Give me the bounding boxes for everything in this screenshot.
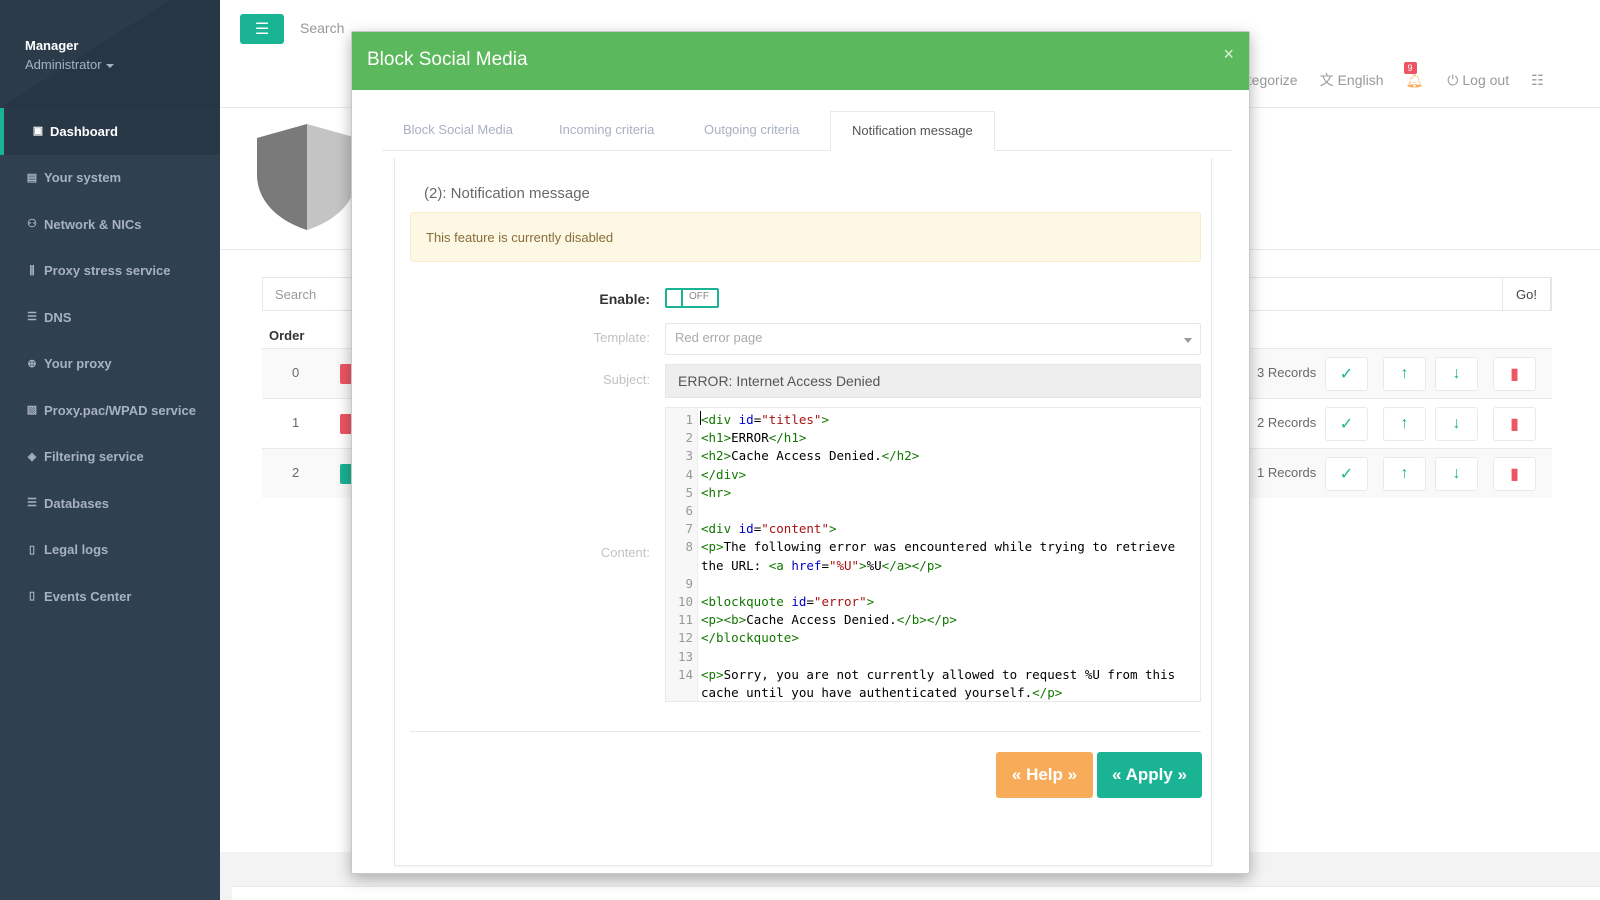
code-line: 11 <p><b>Cache Access Denied.</b></p> <box>666 611 1200 629</box>
enable-label: Enable: <box>599 291 650 307</box>
modal-title: Block Social Media <box>367 49 528 70</box>
code-line: 13 <box>666 648 1200 666</box>
code-line: 8 <p>The following error was encountered … <box>666 538 1200 556</box>
code-text: <blockquote id="error"> <box>701 594 875 609</box>
line-number: 13 <box>677 648 693 664</box>
code-line: 5 <hr> <box>666 484 1200 502</box>
code-line: 14 <p>Sorry, you are not currently allowe… <box>666 666 1200 684</box>
code-line: the URL: <a href="%U">%U</a></p> <box>666 557 1200 575</box>
disabled-alert: This feature is currently disabled <box>410 212 1201 262</box>
code-line: 4 </div> <box>666 466 1200 484</box>
code-line: 10 <blockquote id="error"> <box>666 593 1200 611</box>
code-line: 12 </blockquote> <box>666 629 1200 647</box>
help-button[interactable]: « Help » <box>996 752 1093 798</box>
line-number: 8 <box>685 539 693 555</box>
template-label: Template: <box>593 330 650 345</box>
tab-block-social-media[interactable]: Block Social Media <box>382 111 534 151</box>
chevron-down-icon <box>1184 338 1192 343</box>
code-line: cache until you have authenticated yours… <box>666 684 1200 701</box>
apply-button[interactable]: « Apply » <box>1097 752 1202 798</box>
code-line: 9 <box>666 575 1200 593</box>
tab-incoming-criteria[interactable]: Incoming criteria <box>538 111 675 151</box>
template-value: Red error page <box>675 330 763 345</box>
line-number: 3 <box>685 448 693 464</box>
code-line: 2 <h1>ERROR</h1> <box>666 429 1200 447</box>
line-number: 2 <box>685 430 693 446</box>
panel-title: (2): Notification message <box>424 185 590 202</box>
code-text: <div id="content"> <box>701 521 837 537</box>
line-number: 1 <box>685 412 693 427</box>
code-line: 1 <div id="titles"> <box>666 411 1200 429</box>
code-text: <p><b>Cache Access Denied.</b></p> <box>701 612 957 628</box>
code-text: </blockquote> <box>701 630 799 646</box>
content-label: Content: <box>600 545 650 560</box>
toggle-state: OFF <box>689 291 709 302</box>
subject-label: Subject: <box>603 372 650 387</box>
code-text: <p>Sorry, you are not currently allowed … <box>701 666 1176 682</box>
content-code-editor[interactable]: 1 <div id="titles"> 2 <h1>ERROR</h1> 3 <h2>Ca… <box>665 407 1201 702</box>
code-text: </div> <box>701 466 747 482</box>
enable-toggle[interactable]: OFF <box>665 288 719 308</box>
code-line: 7 <div id="content"> <box>666 520 1200 538</box>
modal-dialog: Block Social Media × Block Social Media I… <box>351 31 1250 874</box>
line-number: 12 <box>677 630 693 646</box>
code-text: cache until you have authenticated yours… <box>701 685 1063 700</box>
close-icon[interactable]: × <box>1223 44 1234 65</box>
line-number: 4 <box>685 466 693 482</box>
subject-input[interactable]: ERROR: Internet Access Denied <box>665 364 1201 398</box>
line-number: 7 <box>685 521 693 537</box>
line-number: 10 <box>677 594 693 609</box>
modal-tabs: Block Social Media Incoming criteria Outgo… <box>382 111 1232 151</box>
tab-notification-message[interactable]: Notification message <box>830 111 995 151</box>
line-number: 14 <box>677 666 693 682</box>
toggle-knob <box>667 290 683 306</box>
code-text: the URL: <a href="%U">%U</a></p> <box>701 557 942 573</box>
line-number: 6 <box>685 503 693 518</box>
code-text: <p>The following error was encountered w… <box>701 539 1176 555</box>
footer-divider <box>410 731 1201 732</box>
line-number: 5 <box>685 484 693 500</box>
template-select[interactable]: Red error page <box>665 323 1201 355</box>
tab-outgoing-criteria[interactable]: Outgoing criteria <box>683 111 820 151</box>
line-number: 9 <box>685 575 693 591</box>
code-text: <h2>Cache Access Denied.</h2> <box>701 448 920 464</box>
line-number: 11 <box>677 612 693 628</box>
code-text: <h1>ERROR</h1> <box>701 430 807 446</box>
modal-header: Block Social Media × <box>352 32 1249 90</box>
code-line: 3 <h2>Cache Access Denied.</h2> <box>666 447 1200 465</box>
notification-panel: (2): Notification message This feature i… <box>394 158 1212 866</box>
code-text: <hr> <box>701 484 732 500</box>
code-text: <div id="titles"> <box>701 412 829 427</box>
code-line: 6 <box>666 502 1200 520</box>
